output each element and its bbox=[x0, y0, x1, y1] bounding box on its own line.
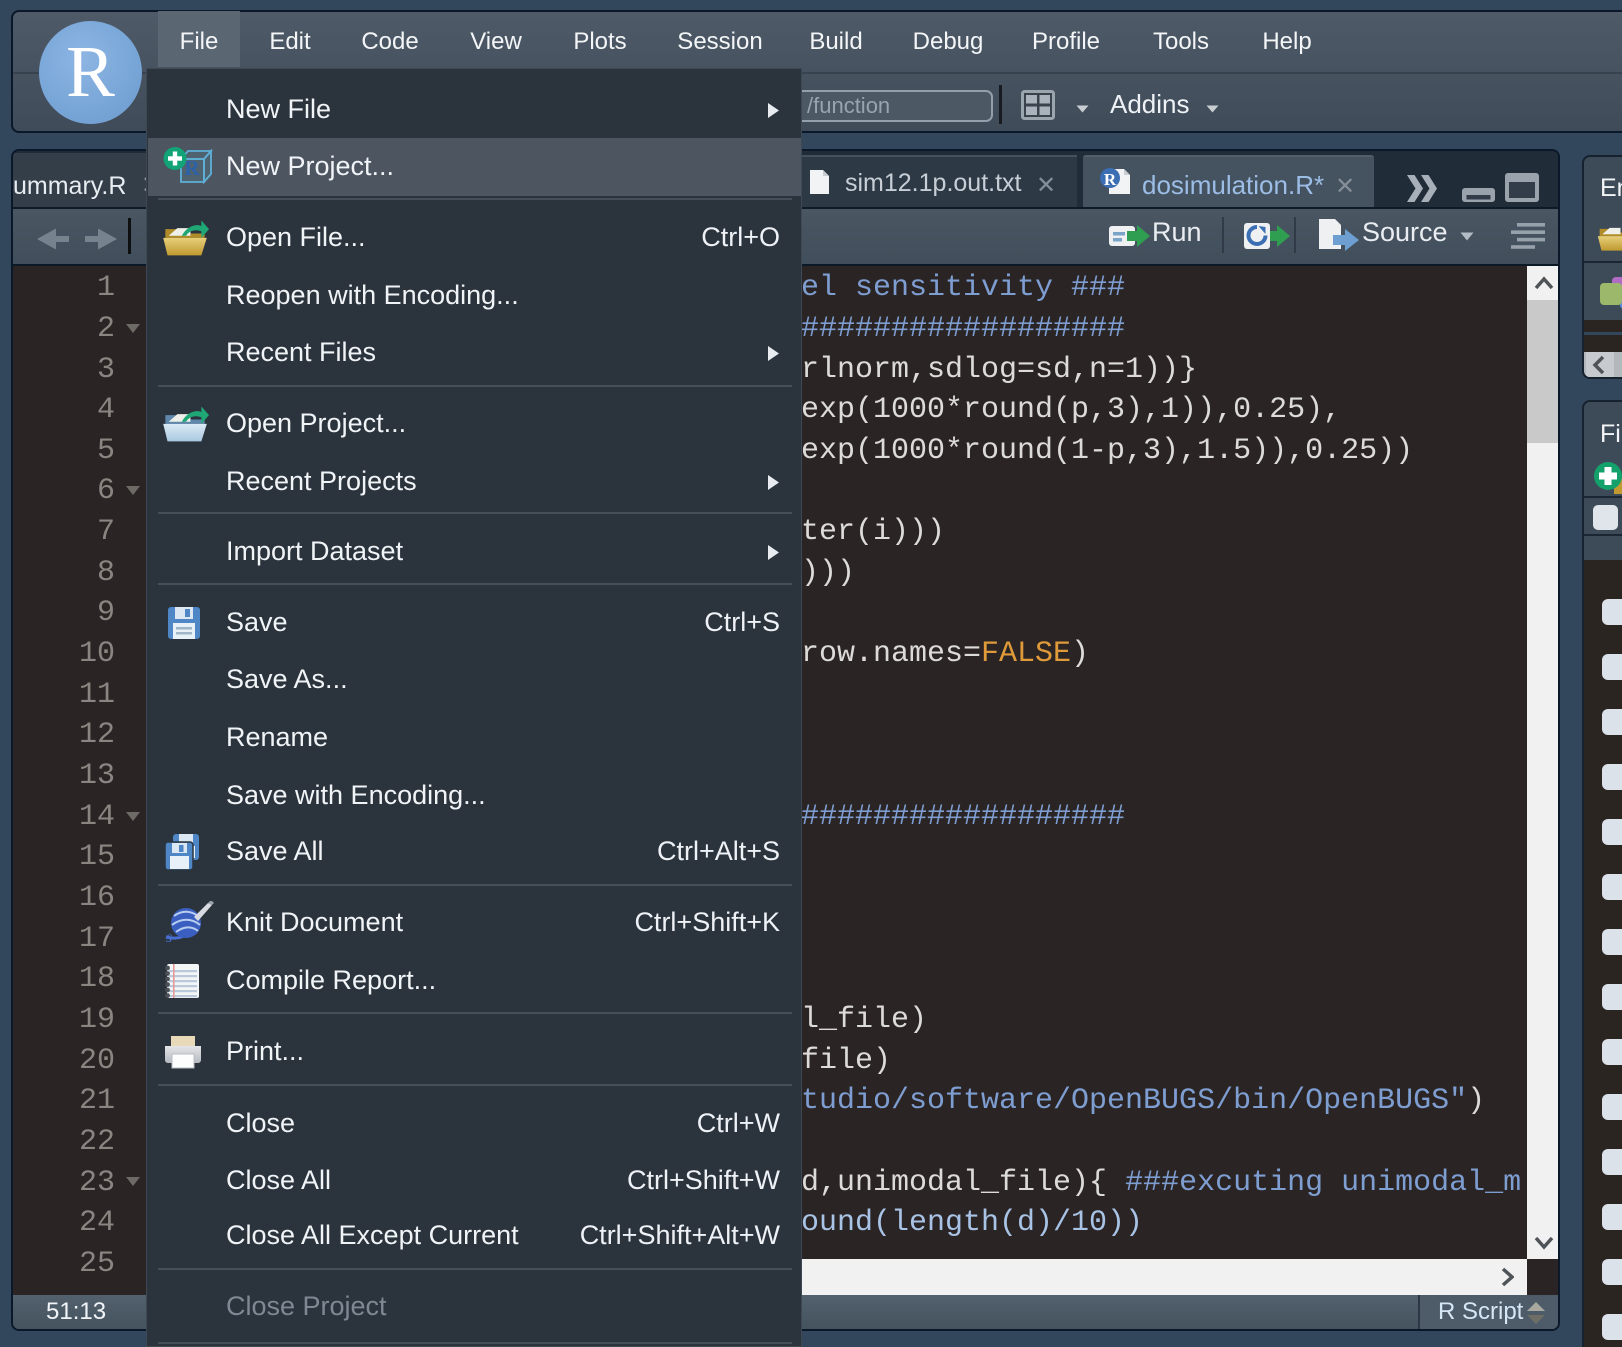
svg-text:R: R bbox=[1104, 170, 1117, 189]
svg-text:s: s bbox=[166, 929, 172, 943]
svg-text:R: R bbox=[184, 156, 200, 180]
